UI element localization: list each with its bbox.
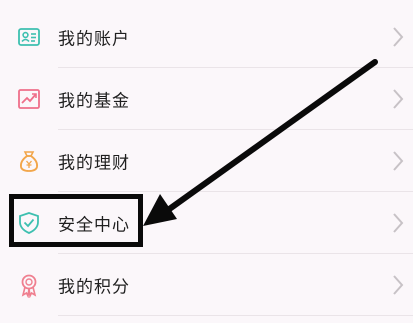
- menu-item-my-account[interactable]: 我的账户: [0, 6, 413, 68]
- annotation-highlight-box: [9, 194, 143, 247]
- divider: [58, 315, 413, 316]
- chevron-right-icon: [391, 273, 405, 297]
- settings-screen: 我的账户 我的基金 我的理财 安全中心 我的积分: [0, 0, 413, 323]
- menu-item-label: 我的理财: [58, 153, 130, 174]
- menu-item-label: 我的积分: [58, 277, 130, 298]
- menu-item-label: 我的账户: [58, 29, 130, 50]
- trend-chart-icon: [16, 86, 42, 112]
- menu-item-my-funds[interactable]: 我的基金: [0, 68, 413, 130]
- id-card-icon: [16, 24, 42, 50]
- award-medal-icon: [16, 272, 42, 299]
- account-menu: 我的账户 我的基金 我的理财 安全中心 我的积分: [0, 0, 413, 323]
- money-bag-icon: [16, 148, 42, 174]
- menu-item-label: 我的基金: [58, 91, 130, 112]
- chevron-right-icon: [391, 211, 405, 235]
- menu-item-my-points[interactable]: 我的积分: [0, 254, 413, 316]
- chevron-right-icon: [391, 87, 405, 111]
- chevron-right-icon: [391, 25, 405, 49]
- menu-item-my-wealth[interactable]: 我的理财: [0, 130, 413, 192]
- chevron-right-icon: [391, 149, 405, 173]
